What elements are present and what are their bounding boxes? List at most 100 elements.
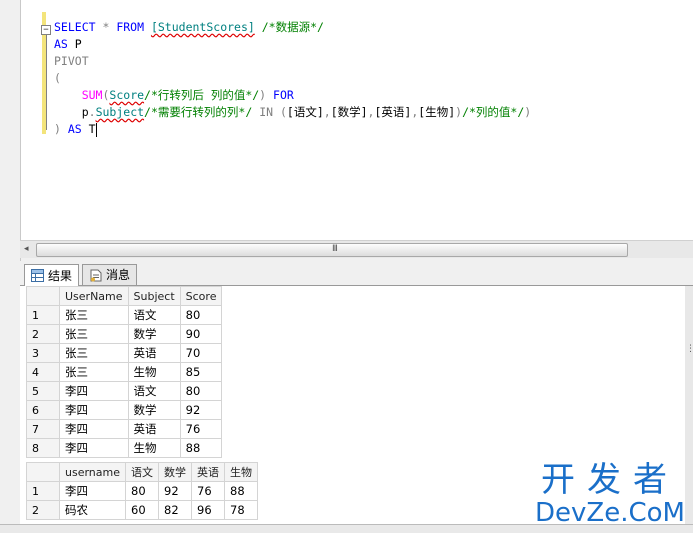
column-header[interactable]: username <box>59 462 126 482</box>
watermark-logo: 开发者 DevZe.CoM <box>535 462 685 528</box>
code-line[interactable]: ( <box>54 70 61 87</box>
table-cell[interactable]: 张三 <box>59 343 129 363</box>
table-cell[interactable]: 生物 <box>127 362 181 382</box>
table-cell[interactable]: 90 <box>179 324 223 344</box>
message-icon <box>90 269 102 281</box>
column-header[interactable]: 英语 <box>191 462 225 482</box>
table-cell[interactable]: 张三 <box>59 362 129 382</box>
table-row[interactable]: 2 张三 数学 90 <box>26 324 223 344</box>
tab-messages[interactable]: 消息 <box>82 264 138 285</box>
table-row[interactable]: 3 张三 英语 70 <box>26 343 223 363</box>
column-header[interactable]: Score <box>179 286 223 306</box>
table-cell[interactable]: 60 <box>125 500 159 520</box>
table-row[interactable]: 4 张三 生物 85 <box>26 362 223 382</box>
table-cell[interactable]: 张三 <box>59 324 129 344</box>
table-cell[interactable]: 70 <box>179 343 223 363</box>
code-token: [英语] <box>374 105 412 119</box>
tab-messages-label: 消息 <box>106 268 131 282</box>
table-cell[interactable]: 码农 <box>59 500 126 520</box>
table-cell[interactable]: 96 <box>191 500 225 520</box>
text-cursor <box>95 122 97 137</box>
results-tab-strip: 结果 消息 <box>20 261 693 286</box>
scroll-left-arrow-icon[interactable]: ◂ <box>24 244 29 254</box>
table-cell[interactable]: 80 <box>179 381 223 401</box>
table-cell[interactable]: 88 <box>179 438 223 458</box>
table-cell[interactable]: 李四 <box>59 481 126 501</box>
column-header[interactable]: 语文 <box>125 462 159 482</box>
grid-corner <box>26 286 60 306</box>
code-token: IN ( <box>259 105 287 119</box>
table-cell[interactable]: 80 <box>179 305 223 325</box>
scrollbar-grip-icon: III <box>332 244 338 254</box>
table-cell[interactable]: 88 <box>224 481 258 501</box>
code-token: , <box>323 105 331 119</box>
table-cell[interactable]: 李四 <box>59 400 129 420</box>
scrollbar-grip-icon: ⋮ <box>686 344 693 354</box>
code-line[interactable]: PIVOT <box>54 53 89 70</box>
scrollbar-thumb[interactable]: III <box>36 243 628 257</box>
table-row[interactable]: 2 码农 60 82 96 78 <box>26 500 258 520</box>
row-number: 1 <box>26 305 60 325</box>
column-header[interactable]: 生物 <box>224 462 258 482</box>
row-number: 7 <box>26 419 60 439</box>
code-token: FOR <box>273 88 294 102</box>
query-editor[interactable]: − SELECT * FROM [StudentScores] /*数据源*/A… <box>20 0 693 240</box>
table-cell[interactable]: 数学 <box>127 400 181 420</box>
column-header[interactable]: UserName <box>59 286 129 306</box>
code-token: [生物] <box>418 105 456 119</box>
code-token: T <box>88 122 96 136</box>
table-cell[interactable]: 生物 <box>127 438 181 458</box>
collapse-toggle-icon[interactable]: − <box>41 25 51 35</box>
row-number: 2 <box>26 324 60 344</box>
code-token: AS <box>54 37 75 51</box>
results-grid-2[interactable]: username 语文 数学 英语 生物 1 李四 80 92 76 88 2 码农 60 82 96 78 <box>26 462 258 520</box>
table-cell[interactable]: 英语 <box>127 419 181 439</box>
table-cell[interactable]: 英语 <box>127 343 181 363</box>
code-line[interactable]: SELECT * FROM [StudentScores] /*数据源*/ <box>54 19 324 36</box>
table-cell[interactable]: 92 <box>179 400 223 420</box>
table-row[interactable]: 7 李四 英语 76 <box>26 419 223 439</box>
code-token: AS <box>67 122 89 136</box>
code-token: FROM <box>116 20 151 34</box>
table-cell[interactable]: 数学 <box>127 324 181 344</box>
code-token: P <box>74 37 82 51</box>
table-cell[interactable]: 80 <box>125 481 159 501</box>
code-token: [数学] <box>330 105 368 119</box>
results-grid-1[interactable]: UserName Subject Score 1 张三 语文 80 2 张三 数学 90 3 张三 英语… <box>26 286 223 458</box>
table-cell[interactable]: 李四 <box>59 438 129 458</box>
tab-results-label: 结果 <box>48 268 73 283</box>
code-line[interactable]: AS P <box>54 36 82 53</box>
table-cell[interactable]: 92 <box>158 481 192 501</box>
table-row[interactable]: 8 李四 生物 88 <box>26 438 223 458</box>
code-line[interactable]: SUM(Score/*行转列后 列的值*/) FOR <box>54 87 294 104</box>
editor-horizontal-scrollbar[interactable]: ◂ III <box>20 240 693 258</box>
code-line[interactable]: p.Subject/*需要行转列的列*/ IN ([语文],[数学],[英语],… <box>54 104 532 121</box>
table-cell[interactable]: 李四 <box>59 381 129 401</box>
column-header[interactable]: 数学 <box>158 462 192 482</box>
tab-results[interactable]: 结果 <box>24 264 80 286</box>
table-cell[interactable]: 76 <box>179 419 223 439</box>
left-margin-strip <box>0 0 21 532</box>
table-cell[interactable]: 78 <box>224 500 258 520</box>
table-cell[interactable]: 82 <box>158 500 192 520</box>
table-cell[interactable]: 语文 <box>127 305 181 325</box>
results-vertical-scrollbar[interactable]: ⋮ <box>685 286 693 532</box>
table-row[interactable]: 1 李四 80 92 76 88 <box>26 481 258 501</box>
table-cell[interactable]: 张三 <box>59 305 129 325</box>
table-row[interactable]: 6 李四 数学 92 <box>26 400 223 420</box>
code-line[interactable]: ) AS T <box>54 121 97 138</box>
table-cell[interactable]: 李四 <box>59 419 129 439</box>
table-cell[interactable]: 语文 <box>127 381 181 401</box>
column-header[interactable]: Subject <box>127 286 181 306</box>
code-token: SELECT <box>54 20 103 34</box>
table-row[interactable]: 5 李四 语文 80 <box>26 381 223 401</box>
table-cell[interactable]: 85 <box>179 362 223 382</box>
code-token: /*数据源*/ <box>261 20 324 34</box>
table-cell[interactable]: 76 <box>191 481 225 501</box>
code-token: . <box>88 105 96 119</box>
grid-icon <box>31 269 44 282</box>
row-number: 3 <box>26 343 60 363</box>
table-row[interactable]: 1 张三 语文 80 <box>26 305 223 325</box>
code-token: ) <box>524 105 532 119</box>
